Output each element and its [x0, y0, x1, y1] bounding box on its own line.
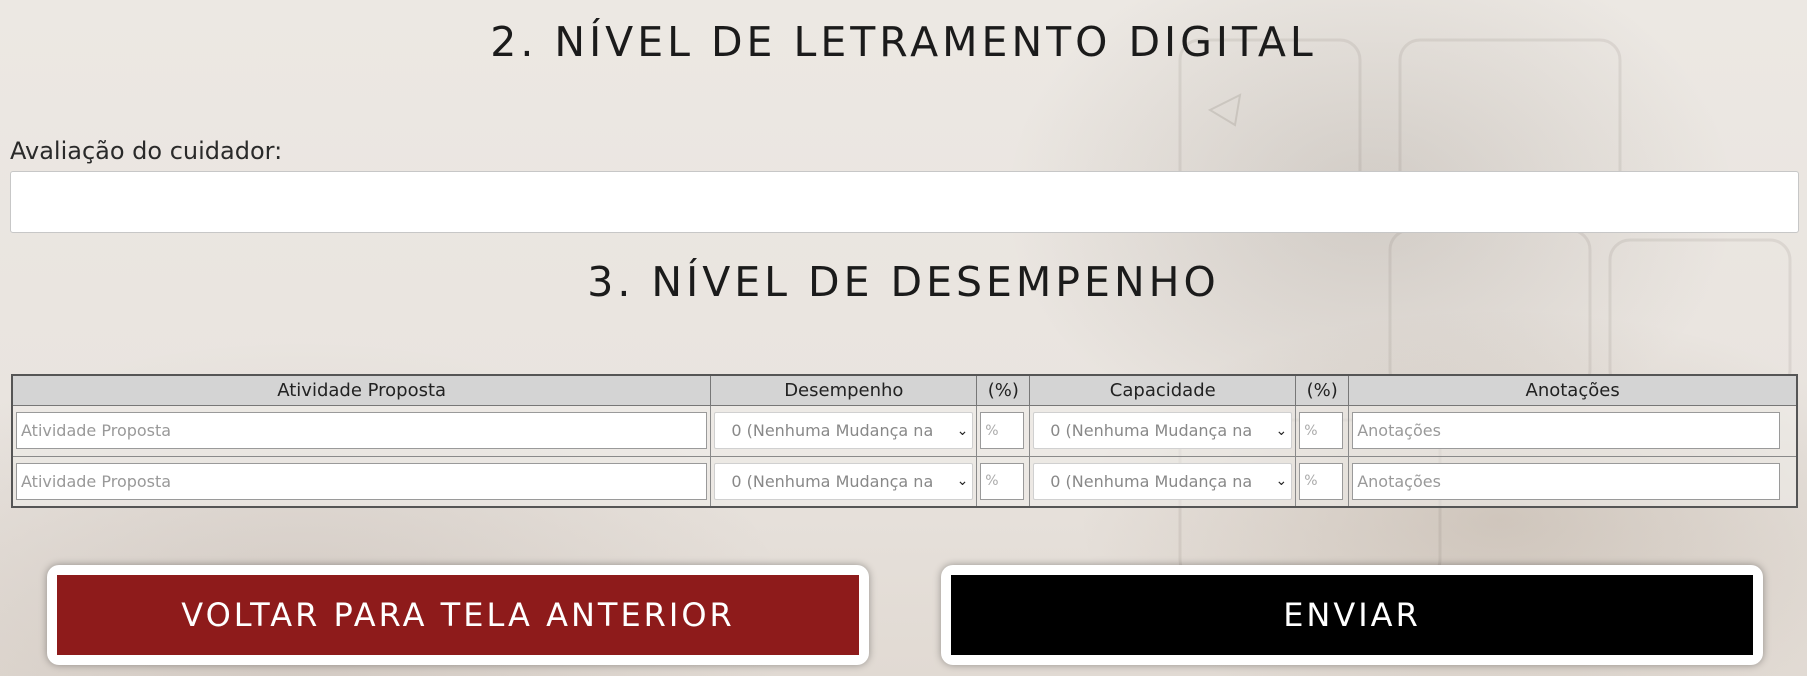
capacity-pct-input[interactable]: % — [1299, 462, 1344, 500]
performance-pct-input[interactable]: % — [980, 412, 1025, 449]
performance-pct-input[interactable]: % — [980, 462, 1025, 500]
performance-section-title: 3. NÍVEL DE DESEMPENHO — [587, 258, 1220, 306]
header-capacity-pct: (%) — [1295, 374, 1350, 406]
header-performance: Desempenho — [710, 374, 978, 406]
notes-input[interactable]: Anotações — [1352, 462, 1780, 500]
performance-select[interactable]: 0 (Nenhuma Mudança na ⌄ — [714, 412, 974, 449]
caregiver-assessment-label: Avaliação do cuidador: — [10, 137, 283, 165]
capacity-select-value: 0 (Nenhuma Mudança na — [1050, 421, 1253, 440]
capacity-select[interactable]: 0 (Nenhuma Mudança na ⌄ — [1033, 462, 1293, 500]
send-button[interactable]: ENVIAR — [941, 565, 1763, 665]
performance-select-value: 0 (Nenhuma Mudança na — [731, 421, 934, 440]
chevron-down-icon: ⌄ — [956, 422, 969, 439]
table-header-row: Atividade Proposta Desempenho (%) Capaci… — [11, 374, 1798, 406]
table-row: Atividade Proposta 0 (Nenhuma Mudança na… — [11, 455, 1798, 508]
back-button[interactable]: VOLTAR PARA TELA ANTERIOR — [47, 565, 869, 665]
notes-input[interactable]: Anotações — [1352, 412, 1780, 449]
capacity-pct-input[interactable]: % — [1299, 412, 1344, 449]
caregiver-assessment-textarea[interactable] — [10, 171, 1799, 233]
chevron-down-icon: ⌄ — [1275, 473, 1288, 490]
table-row: Atividade Proposta 0 (Nenhuma Mudança na… — [11, 404, 1798, 457]
activity-input[interactable]: Atividade Proposta — [16, 462, 708, 500]
performance-table: Atividade Proposta Desempenho (%) Capaci… — [11, 374, 1798, 508]
activity-input[interactable]: Atividade Proposta — [16, 412, 708, 449]
capacity-select-value: 0 (Nenhuma Mudança na — [1050, 471, 1253, 491]
back-button-label: VOLTAR PARA TELA ANTERIOR — [57, 575, 859, 655]
capacity-select[interactable]: 0 (Nenhuma Mudança na ⌄ — [1033, 412, 1293, 449]
header-activity: Atividade Proposta — [11, 374, 712, 406]
header-notes: Anotações — [1348, 374, 1798, 406]
chevron-down-icon: ⌄ — [1275, 422, 1288, 439]
chevron-down-icon: ⌄ — [956, 473, 969, 490]
performance-select[interactable]: 0 (Nenhuma Mudança na ⌄ — [714, 462, 974, 500]
header-capacity: Capacidade — [1029, 374, 1297, 406]
header-performance-pct: (%) — [976, 374, 1031, 406]
performance-select-value: 0 (Nenhuma Mudança na — [731, 471, 934, 491]
literacy-section-title: 2. NÍVEL DE LETRAMENTO DIGITAL — [490, 18, 1317, 66]
send-button-label: ENVIAR — [951, 575, 1753, 655]
